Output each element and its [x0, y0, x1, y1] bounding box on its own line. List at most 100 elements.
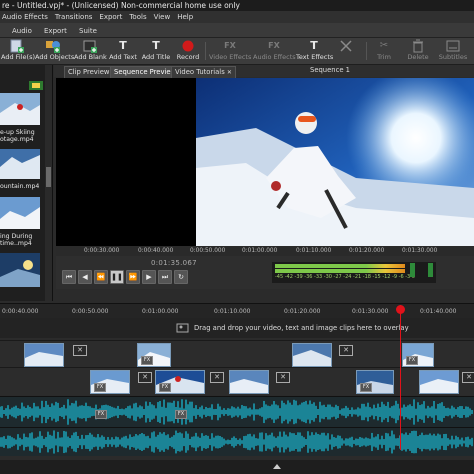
window-title-bar: re - Untitled.vpj* - (Unlicensed) Non-co…	[0, 0, 474, 11]
add-title-label: Add Title	[141, 53, 171, 61]
menu-transitions[interactable]: Transitions	[55, 13, 93, 21]
ruler-tick-label: 0:01:40.000	[420, 308, 457, 315]
transition-marker[interactable]: ✕	[339, 345, 353, 356]
preview-ruler[interactable]: 0:00:30.000 0:00:40.000 0:00:50.000 0:01…	[56, 246, 474, 256]
transition-marker[interactable]: ✕	[462, 372, 474, 383]
fx-badge[interactable]: FX	[159, 383, 171, 392]
preview-frame	[56, 68, 474, 246]
add-text-button[interactable]: T Add Text	[108, 39, 138, 63]
tab-sequence-preview[interactable]: Sequence Preview	[110, 66, 181, 78]
menu-bar: Audio Effects Transitions Export Tools View H…	[0, 11, 474, 23]
audio-waveform	[0, 399, 473, 425]
transition-marker[interactable]: ✕	[138, 372, 152, 383]
media-thumbnail[interactable]	[0, 149, 40, 179]
tab-export[interactable]: Export	[44, 25, 67, 37]
menu-tools[interactable]: Tools	[129, 13, 146, 21]
subtitles-label: Subtitles	[438, 53, 468, 61]
ruler-tick-label: 0:00:50.000	[190, 248, 226, 254]
bin-scroll-thumb[interactable]	[46, 167, 51, 187]
fx-badge[interactable]: FX	[141, 356, 153, 365]
menu-view[interactable]: View	[154, 13, 171, 21]
text-icon: T	[119, 39, 127, 52]
timeline-scrollbar[interactable]	[0, 460, 474, 474]
meter-peak-indicator	[410, 263, 415, 277]
drop-hint-text: Drag and drop your video, text and image…	[194, 324, 409, 332]
go-to-end-button[interactable]: ⏭	[158, 270, 172, 284]
chevron-up-icon[interactable]	[272, 462, 282, 470]
close-icon[interactable]: ✕	[227, 69, 232, 76]
timeline-clip[interactable]	[419, 370, 459, 394]
bin-scrollbar[interactable]	[45, 65, 52, 301]
timeline-playhead[interactable]	[400, 305, 401, 450]
add-files-button[interactable]: Add File(s)	[1, 39, 35, 63]
menu-audio-effects[interactable]: Audio Effects	[2, 13, 48, 21]
add-objects-icon	[46, 41, 60, 53]
trim-button[interactable]: ✂ Trim	[372, 39, 396, 63]
loop-button[interactable]: ↻	[174, 270, 188, 284]
toolbar-separator	[205, 42, 206, 60]
toolbar-separator	[366, 42, 367, 60]
transition-button[interactable]	[334, 39, 358, 63]
frame-forward-button[interactable]: ⏩	[126, 270, 140, 284]
ruler-tick-label: 0:00:40.000	[138, 248, 174, 254]
media-label: ountain.mp4	[0, 183, 40, 190]
fx-badge[interactable]: FX	[406, 356, 418, 365]
step-forward-button[interactable]: ▶	[142, 270, 156, 284]
step-back-button[interactable]: ◀	[78, 270, 92, 284]
fx-badge[interactable]: FX	[360, 383, 372, 392]
fx-badge[interactable]: FX	[94, 383, 106, 392]
delete-icon	[413, 39, 423, 53]
subtitles-button[interactable]: Subtitles	[437, 39, 469, 63]
transition-marker[interactable]: ✕	[276, 372, 290, 383]
text-effects-icon: T	[310, 39, 318, 52]
transition-marker[interactable]: ✕	[73, 345, 87, 356]
tab-clip-preview[interactable]: Clip Preview	[64, 66, 114, 78]
timeline-clip[interactable]	[24, 343, 64, 367]
record-button[interactable]: Record	[174, 39, 202, 63]
delete-button[interactable]: Delete	[404, 39, 432, 63]
video-preview[interactable]	[56, 68, 474, 246]
frame-back-button[interactable]: ⏪	[94, 270, 108, 284]
add-objects-button[interactable]: Add Objects	[35, 39, 74, 63]
audio-track-2[interactable]	[0, 427, 474, 456]
go-to-start-button[interactable]: ⏮	[62, 270, 76, 284]
delete-label: Delete	[407, 53, 429, 61]
meter-peak-indicator	[428, 263, 433, 277]
menu-help[interactable]: Help	[177, 13, 193, 21]
media-thumbnail[interactable]	[0, 93, 40, 125]
trim-label: Trim	[377, 53, 391, 61]
media-label: ing During time..mp4	[0, 233, 33, 247]
audio-effects-label: Audio Effects	[253, 53, 296, 61]
video-track-1: ✕ FX ✕ FX	[0, 340, 474, 367]
add-files-icon	[10, 39, 24, 53]
text-effects-button[interactable]: T Text Effects	[296, 39, 333, 63]
media-thumbnail[interactable]	[0, 197, 40, 229]
pause-button[interactable]: ❚❚	[110, 270, 124, 284]
video-track-2: FX ✕ FX ✕ ✕ FX ✕	[0, 367, 474, 395]
drop-hint-icon	[176, 323, 189, 333]
meter-scale: -45 -42 -39 -36 -33 -30 -27 -24 -21 -18 …	[275, 274, 415, 280]
meter-left-bar	[275, 264, 405, 268]
video-fx-icon: FX	[224, 41, 236, 50]
media-thumbnail[interactable]	[0, 253, 40, 287]
fx-badge[interactable]: FX	[175, 410, 187, 419]
playhead-handle[interactable]	[396, 305, 405, 314]
add-title-button[interactable]: T Add Title	[141, 39, 171, 63]
fx-badge[interactable]: FX	[95, 410, 107, 419]
menu-export[interactable]: Export	[99, 13, 122, 21]
tab-suite[interactable]: Suite	[79, 25, 97, 37]
ribbon-tab-row: Audio Export Suite	[0, 23, 474, 38]
timeline-clip[interactable]	[229, 370, 269, 394]
video-effects-button[interactable]: FX Video Effects	[209, 39, 251, 63]
add-blank-button[interactable]: Add Blank	[74, 39, 107, 63]
add-text-label: Add Text	[109, 53, 137, 61]
audio-effects-button[interactable]: FX Audio Effects	[253, 39, 296, 63]
audio-track-1[interactable]: FX FX	[0, 396, 474, 427]
transition-icon	[340, 40, 352, 52]
add-blank-label: Add Blank	[74, 53, 107, 61]
tab-audio[interactable]: Audio	[12, 25, 32, 37]
tab-video-tutorials[interactable]: Video Tutorials ✕	[171, 66, 236, 78]
ruler-tick-label: 0:01:30.000	[402, 248, 438, 254]
timeline-clip[interactable]	[292, 343, 332, 367]
transition-marker[interactable]: ✕	[210, 372, 224, 383]
